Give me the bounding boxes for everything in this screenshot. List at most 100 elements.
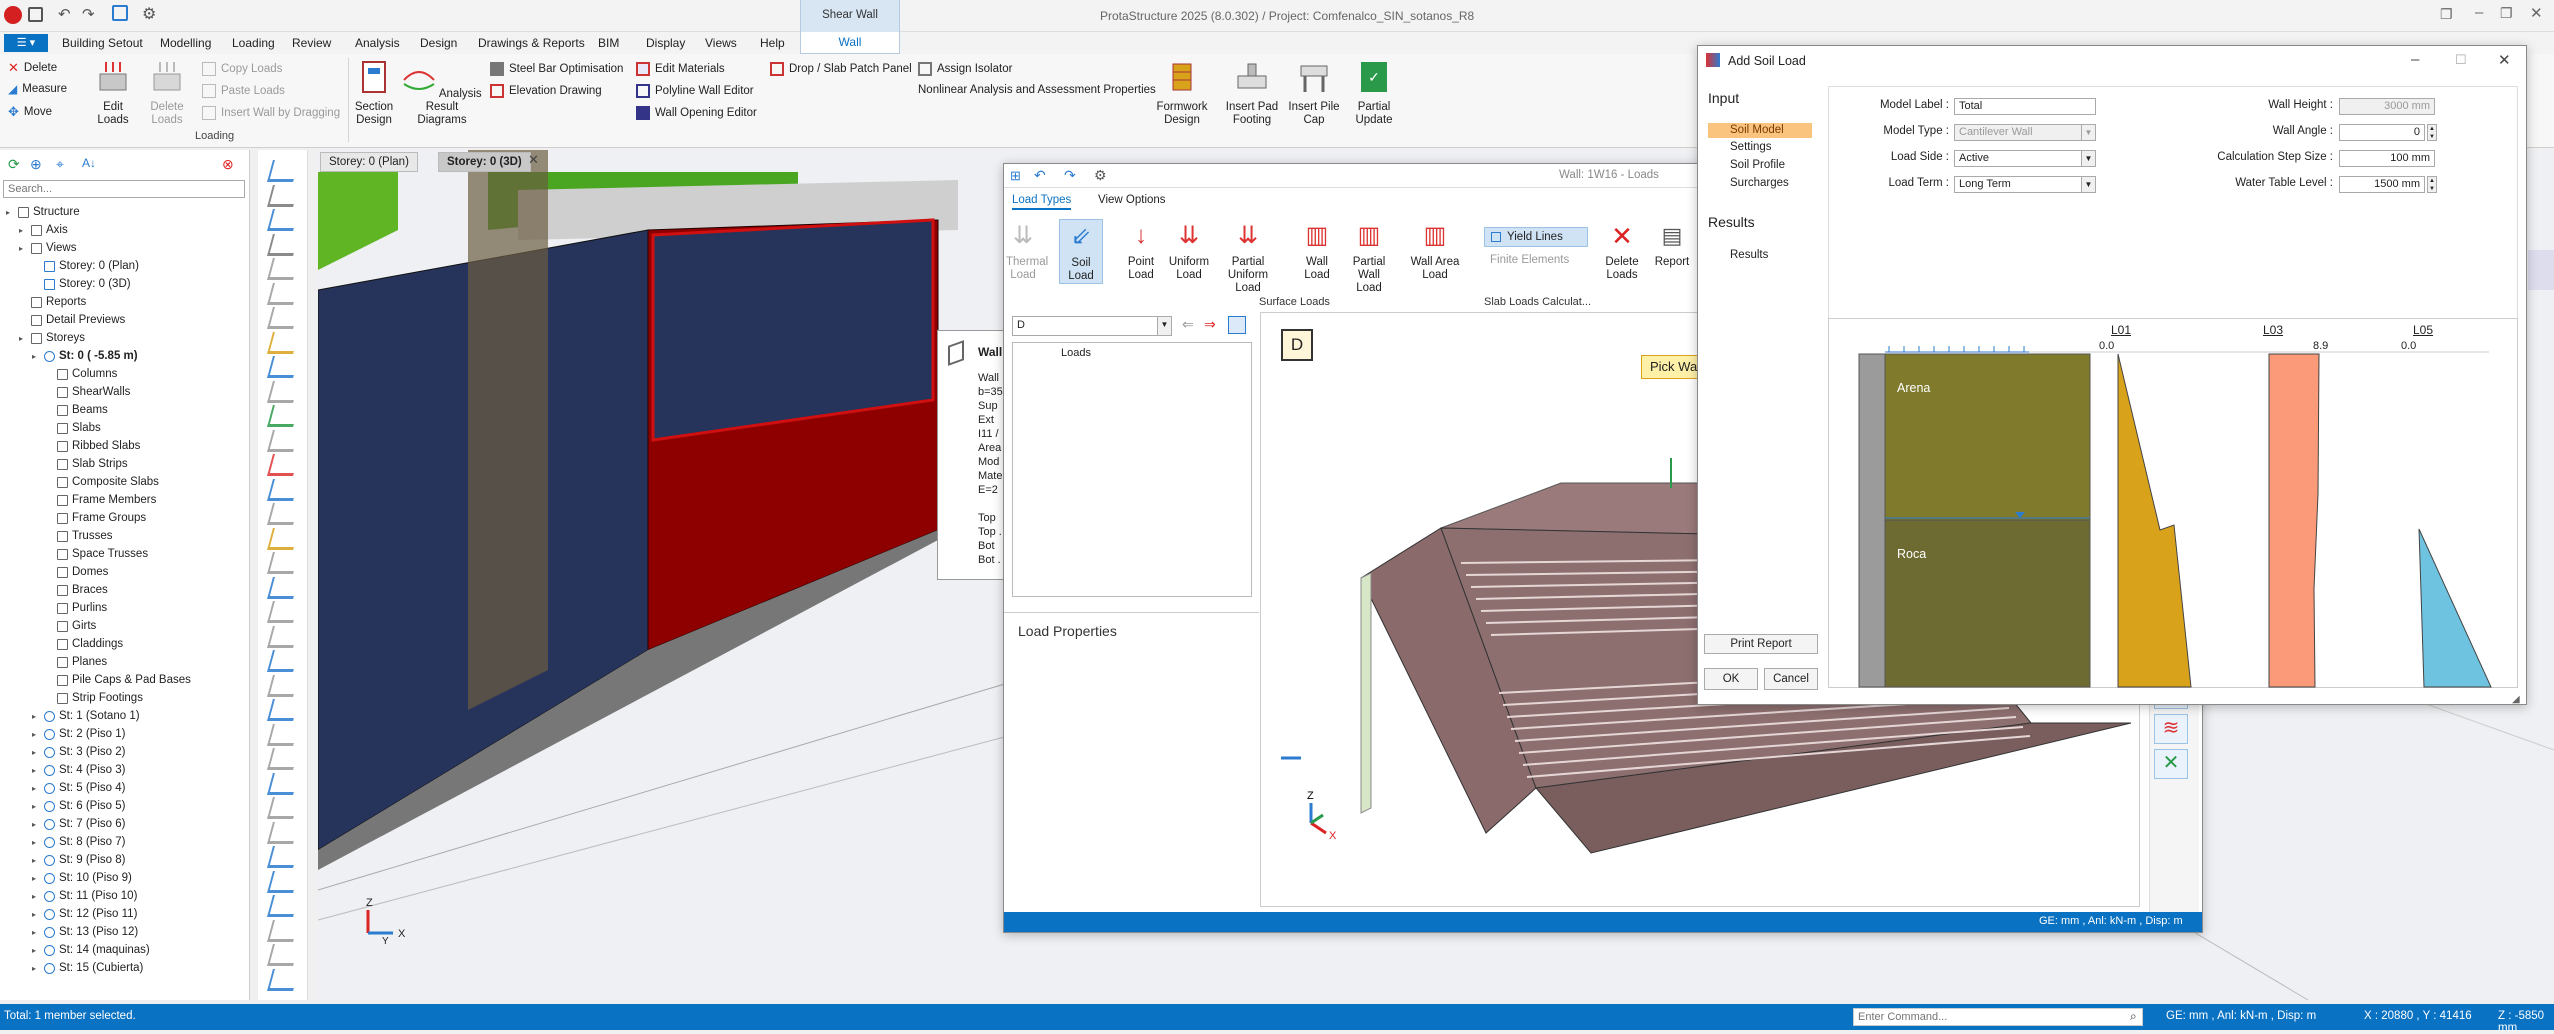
tree-item[interactable]: ▸ St: 9 (Piso 8): [32, 854, 125, 866]
edit-materials-button[interactable]: Edit Materials: [636, 62, 725, 76]
formwork-design-button[interactable]: Formwork Design: [1150, 60, 1214, 127]
expand-chevron-icon[interactable]: ▸: [32, 766, 40, 775]
toolstrip-tool-icon[interactable]: [267, 748, 299, 770]
tree-item[interactable]: ▸ St: 7 (Piso 6): [32, 818, 125, 830]
expand-chevron-icon[interactable]: ▸: [19, 244, 27, 253]
window-restore-icon[interactable]: ❐: [2440, 6, 2453, 23]
window-close-icon[interactable]: ✕: [2530, 4, 2543, 22]
toolstrip-tool-icon[interactable]: [267, 184, 299, 207]
nonlinear-properties-button[interactable]: Nonlinear Analysis and Assessment Proper…: [918, 84, 1156, 96]
edit-loads-button[interactable]: Edit Loads: [86, 60, 140, 127]
expand-chevron-icon[interactable]: ▸: [32, 838, 40, 847]
tree-item[interactable]: ▸ St: 11 (Piso 10): [32, 890, 137, 902]
expand-chevron-icon[interactable]: ▸: [19, 226, 27, 235]
paste-loads-button[interactable]: Paste Loads: [202, 84, 285, 98]
delete-button[interactable]: ✕ Delete: [8, 60, 57, 76]
tree-item[interactable]: ▸ Storeys: [19, 332, 85, 344]
tree-item[interactable]: Pile Caps & Pad Bases: [45, 674, 191, 686]
expand-chevron-icon[interactable]: ▸: [32, 748, 40, 757]
menu-modelling[interactable]: Modelling: [160, 36, 211, 50]
cancel-button[interactable]: Cancel: [1764, 668, 1818, 690]
wall-opening-editor-button[interactable]: Wall Opening Editor: [636, 106, 757, 120]
toolstrip-tool-icon[interactable]: [267, 968, 299, 991]
minimize-icon[interactable]: –: [2411, 51, 2419, 68]
tree-item[interactable]: Slab Strips: [45, 458, 128, 470]
sort-icon[interactable]: A↓: [82, 156, 96, 170]
tree-item[interactable]: ▸ St: 3 (Piso 2): [32, 746, 125, 758]
toolstrip-tool-icon[interactable]: [267, 674, 299, 697]
partial-update-button[interactable]: ✓ Partial Update: [1348, 60, 1400, 127]
load-type-button[interactable]: ⇊ Thermal Load: [1006, 219, 1048, 282]
menu-help[interactable]: Help: [760, 36, 785, 50]
redo-icon[interactable]: ↷: [82, 5, 95, 23]
filter-icon[interactable]: [112, 5, 128, 21]
settings-gear-icon[interactable]: ⚙: [142, 4, 156, 24]
wall-angle-input[interactable]: 0: [2339, 124, 2425, 141]
toolstrip-tool-icon[interactable]: [267, 723, 299, 746]
load-type-button[interactable]: ⇊ Partial Uniform Load: [1214, 219, 1282, 295]
tree-item[interactable]: Braces: [45, 584, 108, 596]
expand-chevron-icon[interactable]: ▸: [32, 910, 40, 919]
delete-loads-button[interactable]: Delete Loads: [146, 60, 188, 127]
calc-step-size-input[interactable]: 100 mm: [2339, 150, 2435, 167]
tab-wall[interactable]: Wall: [800, 32, 900, 54]
model-type-select[interactable]: Cantilever Wall ▼: [1954, 124, 2096, 141]
tree-item[interactable]: Girts: [45, 620, 96, 632]
expand-chevron-icon[interactable]: ▸: [32, 856, 40, 865]
undo-icon[interactable]: ↶: [58, 5, 71, 23]
window-minimize-icon[interactable]: –: [2475, 4, 2483, 21]
tree-item[interactable]: Beams: [45, 404, 108, 416]
toolstrip-tool-icon[interactable]: [267, 307, 299, 329]
locate-icon[interactable]: ⌖: [56, 156, 64, 173]
drop-slab-patch-panel-button[interactable]: Drop / Slab Patch Panel: [770, 62, 912, 76]
toolstrip-tool-icon[interactable]: [267, 699, 299, 721]
tree-item[interactable]: ▸ St: 10 (Piso 9): [32, 872, 132, 884]
toolstrip-tool-icon[interactable]: [267, 625, 299, 648]
arrow-left-icon[interactable]: ⇐: [1182, 316, 1194, 333]
close-tab-icon[interactable]: ✕: [528, 152, 539, 168]
tree-item[interactable]: Ribbed Slabs: [45, 440, 140, 452]
arrow-right-icon[interactable]: ⇒: [1204, 316, 1216, 333]
tree-item[interactable]: Composite Slabs: [45, 476, 159, 488]
file-menu-button[interactable]: ☰ ▾: [4, 34, 48, 52]
tree-item[interactable]: Frame Groups: [45, 512, 146, 524]
toolstrip-tool-icon[interactable]: [267, 478, 299, 501]
toolstrip-tool-icon[interactable]: [267, 331, 299, 354]
toolstrip-tool-icon[interactable]: [267, 846, 299, 868]
tab-storey-plan[interactable]: Storey: 0 (Plan): [320, 152, 418, 172]
wall-height-input[interactable]: 3000 mm: [2339, 98, 2435, 115]
refresh-icon[interactable]: ⟳: [8, 156, 20, 173]
close-icon[interactable]: ✕: [2498, 51, 2511, 69]
tree-item[interactable]: Domes: [45, 566, 108, 578]
tab-load-types[interactable]: Load Types: [1012, 194, 1072, 210]
tree-item[interactable]: ▸ St: 13 (Piso 12): [32, 926, 138, 938]
menu-analysis[interactable]: Analysis: [355, 36, 400, 50]
menu-views[interactable]: Views: [705, 36, 737, 50]
expand-chevron-icon[interactable]: ▸: [32, 802, 40, 811]
tree-item[interactable]: ▸ St: 2 (Piso 1): [32, 728, 125, 740]
expand-chevron-icon[interactable]: ▸: [6, 208, 14, 217]
nav-soil-profile[interactable]: Soil Profile: [1730, 159, 1785, 171]
report-button[interactable]: ▤ Report: [1652, 219, 1692, 269]
move-button[interactable]: ✥ Move: [8, 104, 52, 120]
expand-chevron-icon[interactable]: ▸: [32, 352, 40, 361]
model-label-input[interactable]: Total: [1954, 98, 2096, 115]
redo-icon[interactable]: ↷: [1064, 167, 1076, 184]
ok-button[interactable]: OK: [1704, 668, 1758, 690]
tree-item[interactable]: ▸ St: 4 (Piso 3): [32, 764, 125, 776]
toolstrip-tool-icon[interactable]: [267, 944, 299, 966]
nav-settings[interactable]: Settings: [1730, 141, 1772, 153]
tree-search-input[interactable]: [3, 180, 245, 198]
analysis-result-diagrams-button[interactable]: Analysis Result Diagrams: [402, 60, 482, 127]
insert-pile-cap-button[interactable]: Insert Pile Cap: [1288, 60, 1340, 127]
window-maximize-icon[interactable]: ❐: [2500, 5, 2513, 22]
save-icon[interactable]: [28, 7, 43, 22]
tree-item[interactable]: Claddings: [45, 638, 123, 650]
expand-chevron-icon[interactable]: ▸: [32, 874, 40, 883]
tree-item[interactable]: ▸ St: 1 (Sotano 1): [32, 710, 140, 722]
menu-review[interactable]: Review: [292, 36, 331, 50]
tree-item[interactable]: ▸ St: 14 (maquinas): [32, 944, 150, 956]
app-logo-icon[interactable]: [4, 6, 22, 24]
menu-loading[interactable]: Loading: [232, 36, 275, 50]
toolstrip-tool-icon[interactable]: [267, 356, 299, 378]
